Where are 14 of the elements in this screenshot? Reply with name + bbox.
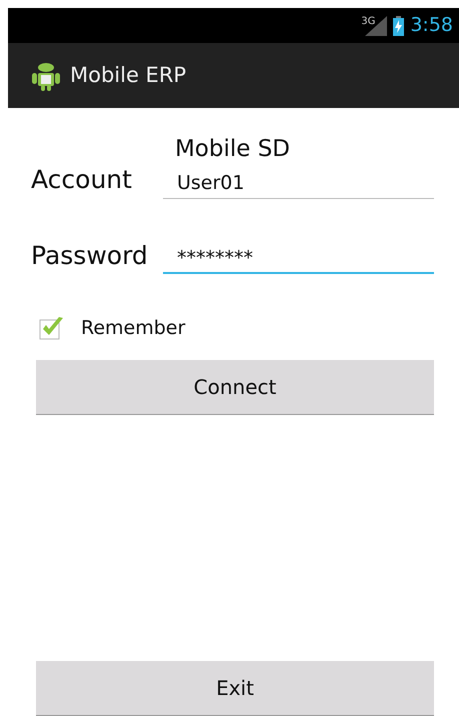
connect-button[interactable]: Connect xyxy=(36,360,434,414)
battery-icon xyxy=(393,16,404,36)
field-label: Password xyxy=(31,240,149,272)
network-type-label: 3G xyxy=(361,15,376,29)
app-title: Mobile ERP xyxy=(70,62,186,89)
remember-label: Remember xyxy=(81,316,186,341)
field-label: Account xyxy=(31,164,133,196)
account-field[interactable]: User01 xyxy=(163,168,434,198)
form-heading: Mobile SD xyxy=(174,138,292,161)
remember-checkbox[interactable] xyxy=(39,315,65,342)
android-icon xyxy=(32,60,60,90)
exit-button[interactable]: Exit xyxy=(36,661,434,716)
password-field[interactable]: ******** xyxy=(163,244,434,274)
clock-time: 3:58 xyxy=(410,13,453,38)
